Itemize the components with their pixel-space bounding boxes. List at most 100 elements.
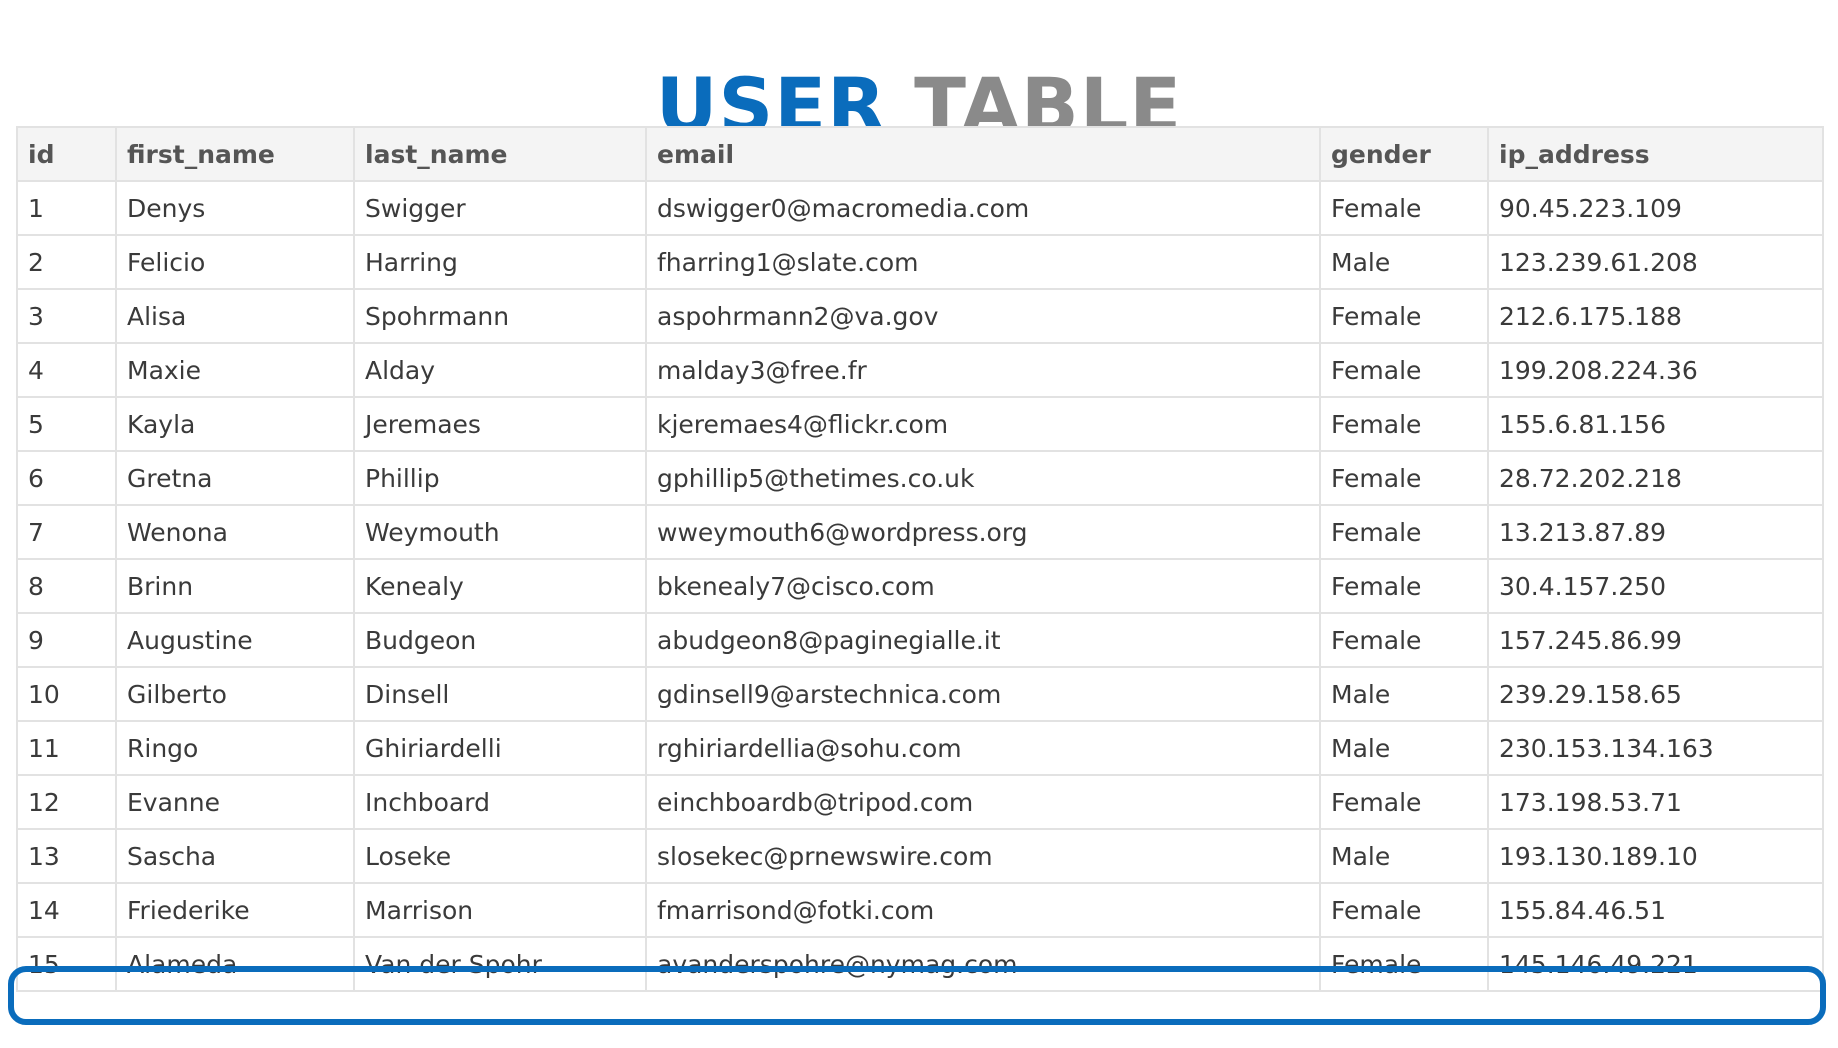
cell-email: avanderspohre@nymag.com — [645, 936, 1321, 992]
column-header-first-name[interactable]: first_name — [115, 126, 355, 182]
cell-first-name: Maxie — [115, 342, 355, 398]
cell-ip-address: 199.208.224.36 — [1487, 342, 1824, 398]
column-header-last-name[interactable]: last_name — [353, 126, 647, 182]
table-row[interactable]: 14 Friederike Marrison fmarrisond@fotki.… — [16, 882, 1824, 938]
cell-ip-address: 239.29.158.65 — [1487, 666, 1824, 722]
cell-last-name: Ghiriardelli — [353, 720, 647, 776]
cell-ip-address: 212.6.175.188 — [1487, 288, 1824, 344]
cell-first-name: Augustine — [115, 612, 355, 668]
cell-first-name: Evanne — [115, 774, 355, 830]
cell-first-name: Alisa — [115, 288, 355, 344]
cell-gender: Female — [1319, 180, 1489, 236]
cell-email: abudgeon8@paginegialle.it — [645, 612, 1321, 668]
cell-last-name: Kenealy — [353, 558, 647, 614]
cell-ip-address: 90.45.223.109 — [1487, 180, 1824, 236]
cell-last-name: Harring — [353, 234, 647, 290]
user-table-container: id first_name last_name email gender ip_… — [16, 126, 1824, 992]
column-header-email[interactable]: email — [645, 126, 1321, 182]
cell-first-name: Ringo — [115, 720, 355, 776]
cell-last-name: Loseke — [353, 828, 647, 884]
cell-email: einchboardb@tripod.com — [645, 774, 1321, 830]
table-row-highlighted[interactable]: 15 Alameda Van der Spohr avanderspohre@n… — [16, 936, 1824, 992]
cell-first-name: Brinn — [115, 558, 355, 614]
column-header-id[interactable]: id — [16, 126, 117, 182]
user-table: id first_name last_name email gender ip_… — [16, 126, 1824, 992]
cell-ip-address: 13.213.87.89 — [1487, 504, 1824, 560]
cell-ip-address: 173.198.53.71 — [1487, 774, 1824, 830]
table-row[interactable]: 12 Evanne Inchboard einchboardb@tripod.c… — [16, 774, 1824, 830]
cell-id: 5 — [16, 396, 117, 452]
cell-gender: Male — [1319, 234, 1489, 290]
cell-last-name: Spohrmann — [353, 288, 647, 344]
cell-ip-address: 123.239.61.208 — [1487, 234, 1824, 290]
cell-last-name: Dinsell — [353, 666, 647, 722]
table-row[interactable]: 4 Maxie Alday malday3@free.fr Female 199… — [16, 342, 1824, 398]
cell-last-name: Budgeon — [353, 612, 647, 668]
cell-email: slosekec@prnewswire.com — [645, 828, 1321, 884]
cell-gender: Female — [1319, 882, 1489, 938]
cell-id: 3 — [16, 288, 117, 344]
cell-gender: Male — [1319, 720, 1489, 776]
cell-email: rghiriardellia@sohu.com — [645, 720, 1321, 776]
header-row: id first_name last_name email gender ip_… — [16, 126, 1824, 182]
cell-gender: Female — [1319, 504, 1489, 560]
cell-id: 4 — [16, 342, 117, 398]
cell-gender: Female — [1319, 450, 1489, 506]
cell-ip-address: 155.84.46.51 — [1487, 882, 1824, 938]
cell-email: gdinsell9@arstechnica.com — [645, 666, 1321, 722]
cell-last-name: Van der Spohr — [353, 936, 647, 992]
cell-ip-address: 193.130.189.10 — [1487, 828, 1824, 884]
cell-first-name: Denys — [115, 180, 355, 236]
cell-email: bkenealy7@cisco.com — [645, 558, 1321, 614]
table-row[interactable]: 2 Felicio Harring fharring1@slate.com Ma… — [16, 234, 1824, 290]
column-header-gender[interactable]: gender — [1319, 126, 1489, 182]
table-row[interactable]: 3 Alisa Spohrmann aspohrmann2@va.gov Fem… — [16, 288, 1824, 344]
table-row[interactable]: 13 Sascha Loseke slosekec@prnewswire.com… — [16, 828, 1824, 884]
cell-id: 6 — [16, 450, 117, 506]
cell-first-name: Sascha — [115, 828, 355, 884]
cell-last-name: Jeremaes — [353, 396, 647, 452]
cell-gender: Male — [1319, 828, 1489, 884]
cell-first-name: Friederike — [115, 882, 355, 938]
cell-id: 2 — [16, 234, 117, 290]
table-header: id first_name last_name email gender ip_… — [16, 126, 1824, 182]
cell-ip-address: 157.245.86.99 — [1487, 612, 1824, 668]
cell-gender: Male — [1319, 666, 1489, 722]
cell-id: 12 — [16, 774, 117, 830]
cell-gender: Female — [1319, 342, 1489, 398]
cell-ip-address: 28.72.202.218 — [1487, 450, 1824, 506]
table-row[interactable]: 8 Brinn Kenealy bkenealy7@cisco.com Fema… — [16, 558, 1824, 614]
table-row[interactable]: 10 Gilberto Dinsell gdinsell9@arstechnic… — [16, 666, 1824, 722]
cell-ip-address: 155.6.81.156 — [1487, 396, 1824, 452]
cell-gender: Female — [1319, 288, 1489, 344]
cell-last-name: Inchboard — [353, 774, 647, 830]
cell-id: 8 — [16, 558, 117, 614]
table-body: 1 Denys Swigger dswigger0@macromedia.com… — [16, 180, 1824, 992]
cell-last-name: Marrison — [353, 882, 647, 938]
table-row[interactable]: 5 Kayla Jeremaes kjeremaes4@flickr.com F… — [16, 396, 1824, 452]
table-row[interactable]: 7 Wenona Weymouth wweymouth6@wordpress.o… — [16, 504, 1824, 560]
table-row[interactable]: 1 Denys Swigger dswigger0@macromedia.com… — [16, 180, 1824, 236]
cell-gender: Female — [1319, 612, 1489, 668]
cell-email: dswigger0@macromedia.com — [645, 180, 1321, 236]
cell-email: kjeremaes4@flickr.com — [645, 396, 1321, 452]
cell-email: malday3@free.fr — [645, 342, 1321, 398]
cell-first-name: Kayla — [115, 396, 355, 452]
cell-first-name: Gretna — [115, 450, 355, 506]
cell-first-name: Alameda — [115, 936, 355, 992]
cell-id: 11 — [16, 720, 117, 776]
column-header-ip-address[interactable]: ip_address — [1487, 126, 1824, 182]
table-row[interactable]: 9 Augustine Budgeon abudgeon8@paginegial… — [16, 612, 1824, 668]
table-row[interactable]: 11 Ringo Ghiriardelli rghiriardellia@soh… — [16, 720, 1824, 776]
table-row[interactable]: 6 Gretna Phillip gphillip5@thetimes.co.u… — [16, 450, 1824, 506]
cell-last-name: Swigger — [353, 180, 647, 236]
cell-first-name: Felicio — [115, 234, 355, 290]
cell-last-name: Phillip — [353, 450, 647, 506]
cell-ip-address: 30.4.157.250 — [1487, 558, 1824, 614]
cell-last-name: Alday — [353, 342, 647, 398]
cell-id: 9 — [16, 612, 117, 668]
cell-email: wweymouth6@wordpress.org — [645, 504, 1321, 560]
cell-id: 7 — [16, 504, 117, 560]
cell-email: fmarrisond@fotki.com — [645, 882, 1321, 938]
cell-gender: Female — [1319, 774, 1489, 830]
